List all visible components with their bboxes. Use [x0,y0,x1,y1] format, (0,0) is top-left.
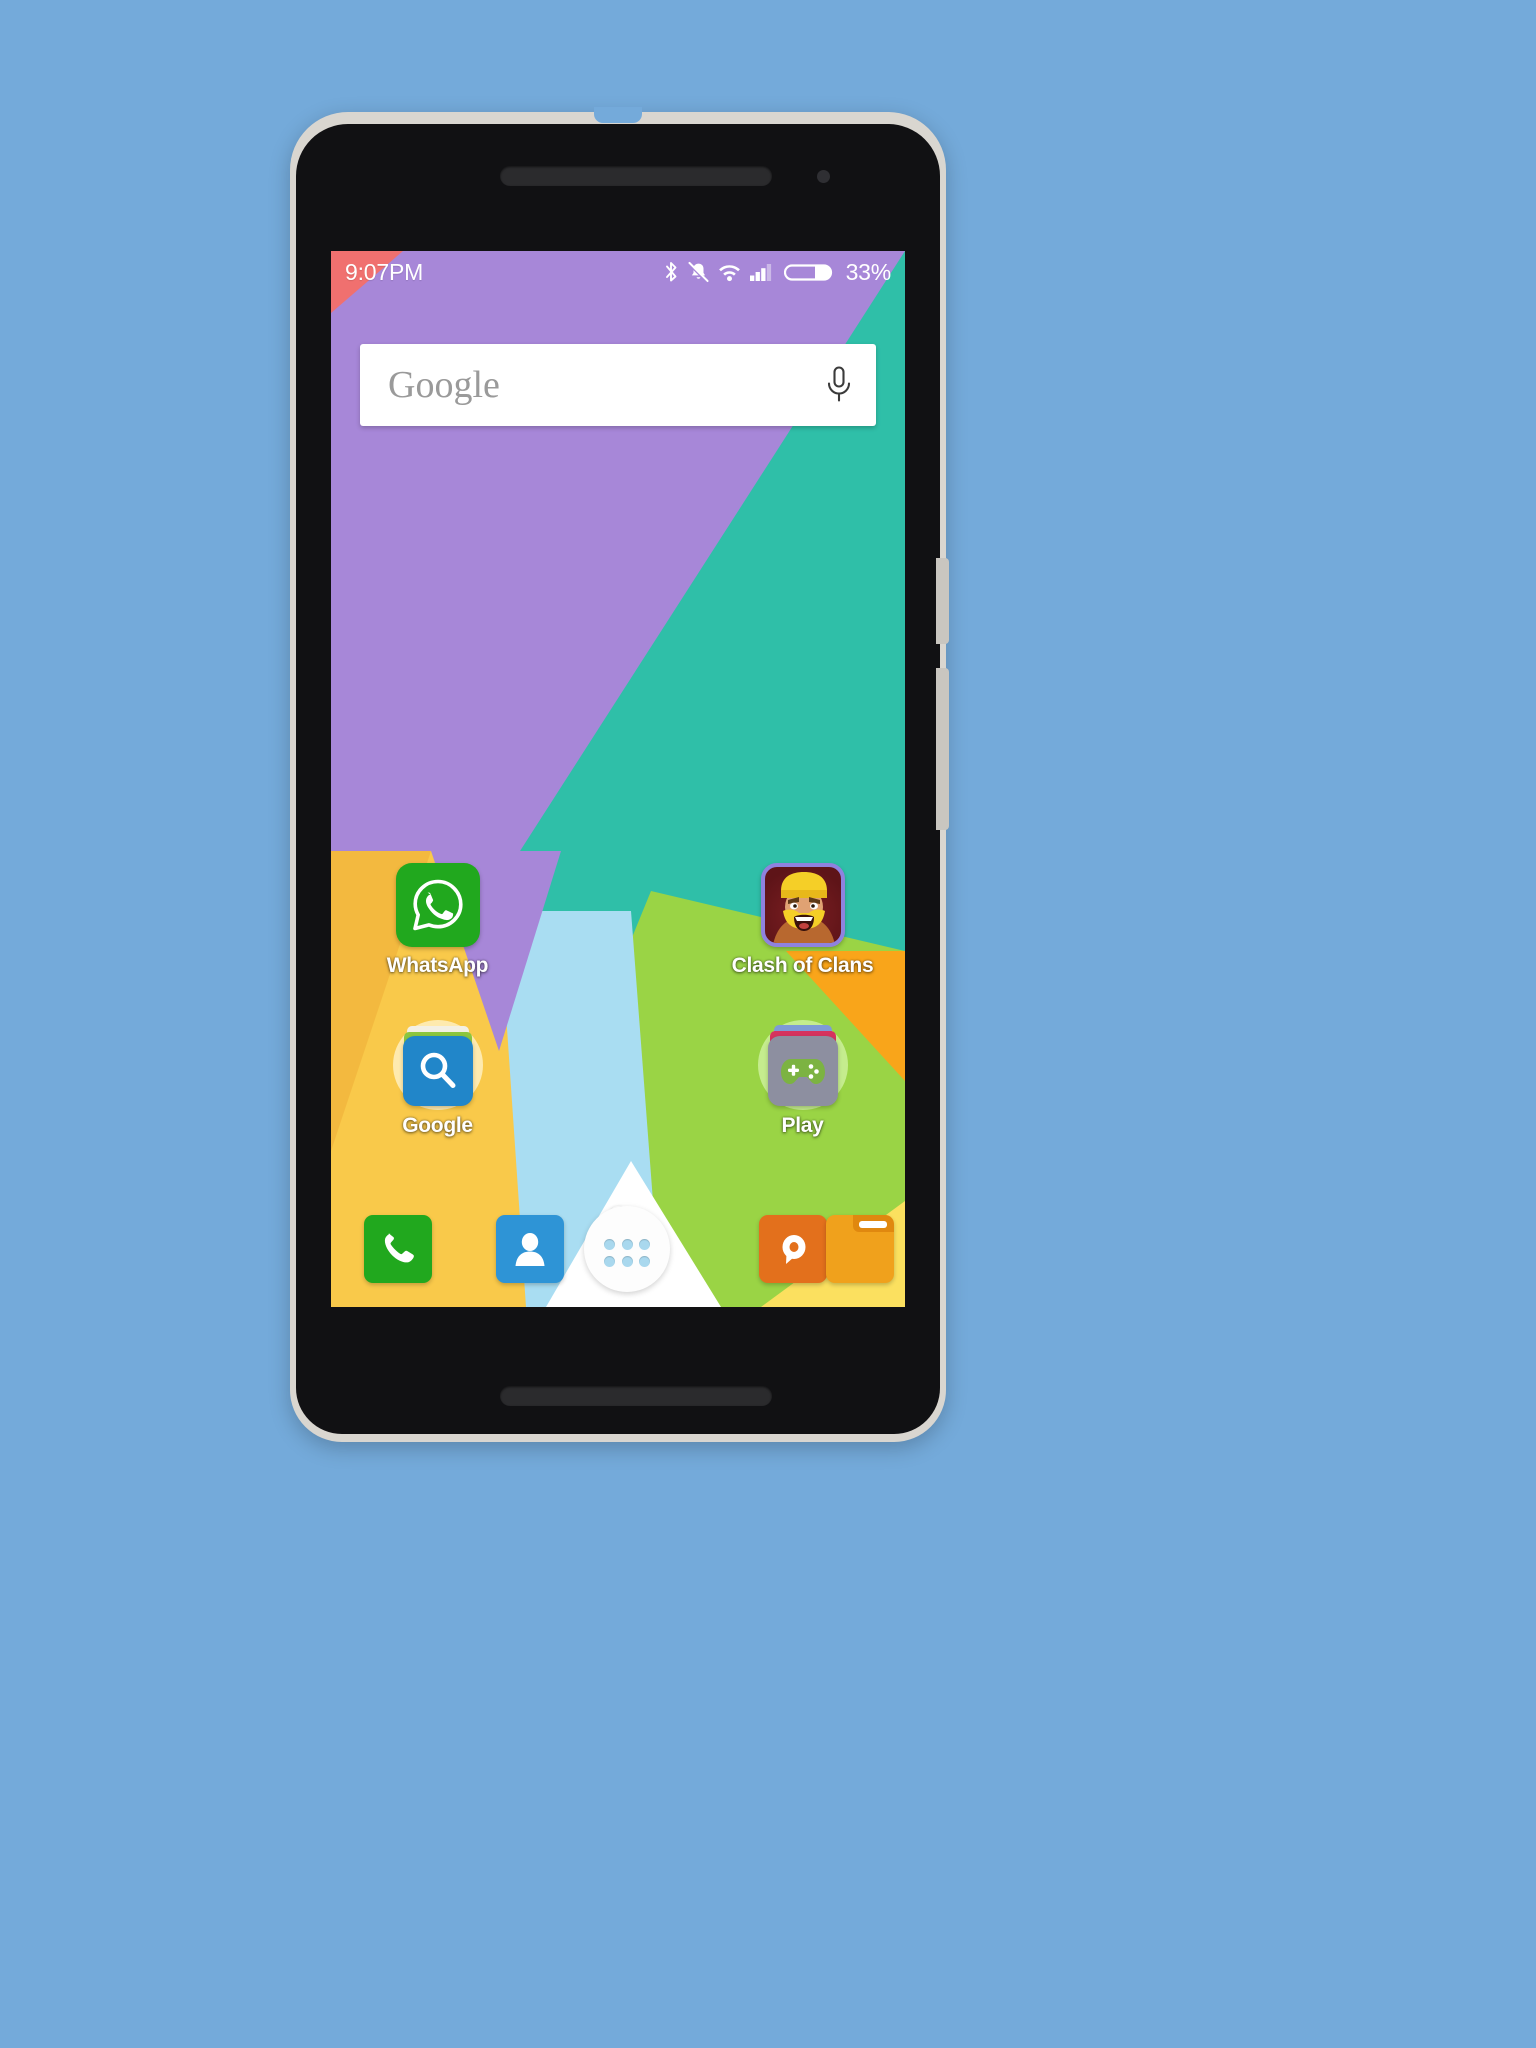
file-manager-icon [826,1215,894,1283]
whatsapp-icon [395,863,480,947]
volume-button[interactable] [936,668,949,830]
dock-item-contacts[interactable] [496,1215,564,1283]
drawer-dot [621,1256,633,1267]
google-folder-icon-wrap [392,1020,483,1110]
app-label-clash-of-clans: Clash of Clans [731,954,874,977]
dock-item-messaging[interactable] [759,1215,827,1283]
folder-label-strip [859,1221,887,1228]
play-games-icon [767,1036,838,1106]
bluetooth-icon [665,262,677,282]
drawer-dot [604,1239,615,1250]
app-icon-clash-of-clans[interactable]: Clash of Clans [731,863,874,978]
earpiece-speaker-grille [500,166,772,186]
google-search-bar[interactable]: Google [360,344,876,426]
search-placeholder-text: Google [388,364,500,406]
barbarian-glyph [773,872,834,943]
drawer-dot [604,1256,615,1267]
clash-of-clans-icon-wrap [760,863,845,947]
cellular-signal-icon [749,264,771,281]
app-folder-google[interactable]: Google [366,1020,509,1138]
status-icon-tray: 33% [664,259,891,286]
app-drawer-icon [584,1206,670,1292]
home-screen-app-grid: WhatsApp Clash of Clans Google Play [331,863,905,1193]
wifi-icon [718,265,740,282]
contacts-icon [496,1215,564,1283]
bottom-speaker-grille [500,1386,772,1406]
dock-item-file-manager[interactable] [826,1215,894,1283]
drawer-dot [621,1239,633,1250]
whatsapp-icon-wrap [395,863,480,947]
microphone-icon[interactable] [826,366,852,404]
speech-bubble-glyph [782,1235,806,1264]
person-glyph [515,1233,545,1266]
dock-bar [331,1191,905,1307]
front-camera-lens [817,170,830,183]
screenshot-canvas: 9:07PM 33% Google WhatsApp Clash of Clan… [0,0,1536,2048]
app-label-whatsapp: WhatsApp [386,954,489,977]
app-folder-play[interactable]: Play [731,1020,874,1138]
battery-icon [783,264,832,281]
phone-icon [364,1215,432,1283]
google-search-icon [402,1036,473,1106]
phone-screen: 9:07PM 33% Google WhatsApp Clash of Clan… [331,251,905,1307]
clash-of-clans-icon [760,863,845,947]
app-label-google: Google [402,1114,473,1137]
gamepad-glyph [780,1059,825,1084]
handset-glyph [384,1233,414,1263]
whatsapp-glyph [412,879,463,931]
play-folder-icon-wrap [757,1020,848,1110]
power-button[interactable] [936,558,949,644]
magnifier-glyph [420,1052,455,1088]
drawer-dot [639,1256,650,1267]
battery-percent-label: 33% [845,258,892,285]
status-bar: 9:07PM 33% [331,251,905,293]
app-icon-whatsapp[interactable]: WhatsApp [366,863,509,978]
phone-top-notch [594,107,642,123]
vibrate-silent-icon [687,261,709,283]
app-label-play: Play [781,1114,824,1137]
messaging-icon [759,1215,827,1283]
dock-item-app-drawer[interactable] [584,1206,670,1292]
status-clock: 9:07PM [345,258,424,285]
dock-item-phone[interactable] [364,1215,432,1283]
drawer-dot [639,1239,650,1250]
